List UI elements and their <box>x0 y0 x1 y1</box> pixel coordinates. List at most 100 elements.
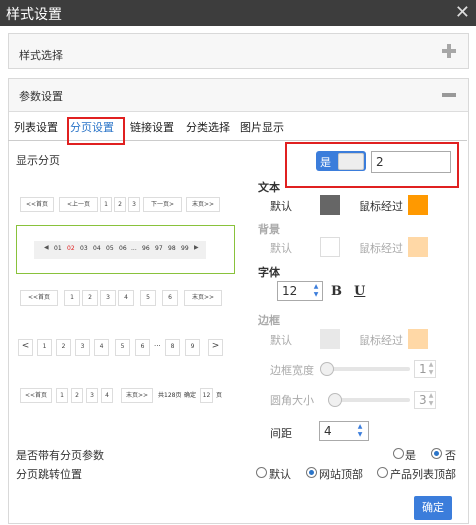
jump-product-top-radio[interactable] <box>377 467 388 478</box>
corner-radius-slider[interactable] <box>330 398 410 402</box>
pager-item: 4 <box>118 290 134 306</box>
border-width-up-icon[interactable]: ▲ <box>426 361 436 369</box>
pager-item: 3 <box>86 388 98 403</box>
background-section-title: 背景 <box>258 223 280 236</box>
pager-item: > <box>208 339 223 356</box>
pager-item: 12 <box>200 388 213 403</box>
params-title: 参数设置 <box>19 90 63 103</box>
text-hover-swatch[interactable] <box>408 195 428 215</box>
pager-item: <<首页 <box>20 388 52 403</box>
pager-item: 2 <box>114 197 126 212</box>
pager-item: 末页>> <box>184 290 222 306</box>
text-section-title: 文本 <box>258 181 280 194</box>
jump-site-top-radio[interactable] <box>306 467 317 478</box>
jump-default-radio[interactable] <box>256 467 267 478</box>
pager-item: 5 <box>140 290 156 306</box>
spacing-up-icon[interactable]: ▲ <box>355 423 365 431</box>
jump-site-top-label: 网站顶部 <box>319 468 363 481</box>
pager-item: <上一页 <box>59 197 98 212</box>
pager-item: 2 <box>56 339 71 356</box>
underline-button[interactable]: U <box>354 284 365 299</box>
spacing-label: 间距 <box>270 427 292 440</box>
pager-item: 9 <box>185 339 200 356</box>
tab-category-select[interactable]: 分类选择 <box>186 118 230 140</box>
pager-item: < <box>18 339 33 356</box>
background-default-swatch[interactable] <box>320 237 340 257</box>
spacing-down-icon[interactable]: ▼ <box>355 431 365 439</box>
pager-item: 6 <box>162 290 178 306</box>
toggle-knob <box>338 153 364 170</box>
tab-link-settings[interactable]: 链接设置 <box>130 118 174 140</box>
paging-params-no-radio[interactable] <box>431 448 442 459</box>
pager-item: 6 <box>135 339 150 356</box>
style-select-title: 样式选择 <box>19 49 63 62</box>
pager-item: ... <box>154 340 161 348</box>
collapse-icon[interactable] <box>442 93 456 97</box>
border-hover-swatch[interactable] <box>408 329 428 349</box>
pager-item: 4 <box>94 339 109 356</box>
pager-item: 下一页> <box>143 197 182 212</box>
pager-item: <<首页 <box>20 290 58 306</box>
confirm-button[interactable]: 确定 <box>414 496 452 520</box>
border-section-title: 边框 <box>258 314 280 327</box>
font-size-up-icon[interactable]: ▲ <box>311 283 321 291</box>
pager-item: 4 <box>101 388 113 403</box>
paging-params-yes-label: 是 <box>405 449 416 462</box>
pager-item: 确定 <box>184 392 197 399</box>
show-paging-toggle[interactable]: 是 <box>316 151 366 171</box>
background-hover-swatch[interactable] <box>408 237 428 257</box>
title-bar: 样式设置 ✕ <box>0 0 476 26</box>
pager-item: 3 <box>75 339 90 356</box>
style-select-panel[interactable]: 样式选择 <box>8 33 469 69</box>
paging-params-yes-radio[interactable] <box>393 448 404 459</box>
paging-params-label: 是否带有分页参数 <box>16 449 104 462</box>
background-default-label: 默认 <box>270 242 292 255</box>
highlight-tab <box>67 117 125 145</box>
border-width-down-icon[interactable]: ▼ <box>426 369 436 377</box>
border-default-label: 默认 <box>270 334 292 347</box>
corner-radius-label: 圆角大小 <box>270 394 314 407</box>
pager-item: 1 <box>37 339 52 356</box>
pager-item: 3 <box>100 290 116 306</box>
tab-image-display[interactable]: 图片显示 <box>240 118 284 140</box>
corner-radius-down-icon[interactable]: ▼ <box>426 400 436 408</box>
toggle-on-label: 是 <box>320 156 331 169</box>
pager-item: <<首页 <box>20 197 54 212</box>
text-default-swatch[interactable] <box>320 195 340 215</box>
border-width-slider[interactable] <box>322 367 410 371</box>
jump-product-top-label: 产品列表顶部 <box>390 468 456 481</box>
text-default-label: 默认 <box>270 200 292 213</box>
font-section-title: 字体 <box>258 266 280 279</box>
expand-icon[interactable] <box>442 44 456 58</box>
border-hover-label: 鼠标经过 <box>359 334 403 347</box>
bold-button[interactable]: B <box>331 284 342 299</box>
paging-value-input[interactable]: 2 <box>371 151 451 173</box>
paging-params-no-label: 否 <box>445 449 456 462</box>
corner-radius-up-icon[interactable]: ▲ <box>426 392 436 400</box>
font-size-down-icon[interactable]: ▼ <box>311 291 321 299</box>
text-hover-label: 鼠标经过 <box>359 200 403 213</box>
show-paging-label: 显示分页 <box>16 154 60 167</box>
border-default-swatch[interactable] <box>320 329 340 349</box>
close-icon[interactable]: ✕ <box>455 2 470 23</box>
pager-item: 页 <box>216 392 223 399</box>
jump-default-label: 默认 <box>269 468 291 481</box>
tab-list-settings[interactable]: 列表设置 <box>14 118 58 140</box>
pager-item: 末页>> <box>121 388 153 403</box>
pager-item: 2 <box>82 290 98 306</box>
pager-item: 1 <box>100 197 112 212</box>
pager-item: 2 <box>71 388 83 403</box>
border-width-label: 边框宽度 <box>270 364 314 377</box>
pager-item: 共128页 <box>158 392 182 399</box>
jump-position-label: 分页跳转位置 <box>16 468 82 481</box>
corner-radius-slider-knob[interactable] <box>328 393 342 407</box>
pager-item: 3 <box>128 197 140 212</box>
background-hover-label: 鼠标经过 <box>359 242 403 255</box>
pager-item: 末页>> <box>186 197 220 212</box>
pager-item: 5 <box>115 339 130 356</box>
border-width-slider-knob[interactable] <box>320 362 334 376</box>
pager-item: 8 <box>165 339 180 356</box>
pager-style-2: ◀ 01 02 03 04 05 06 ... 96 97 98 99 ▶ <box>34 241 206 259</box>
pager-item: 1 <box>56 388 68 403</box>
pager-item: 1 <box>64 290 80 306</box>
